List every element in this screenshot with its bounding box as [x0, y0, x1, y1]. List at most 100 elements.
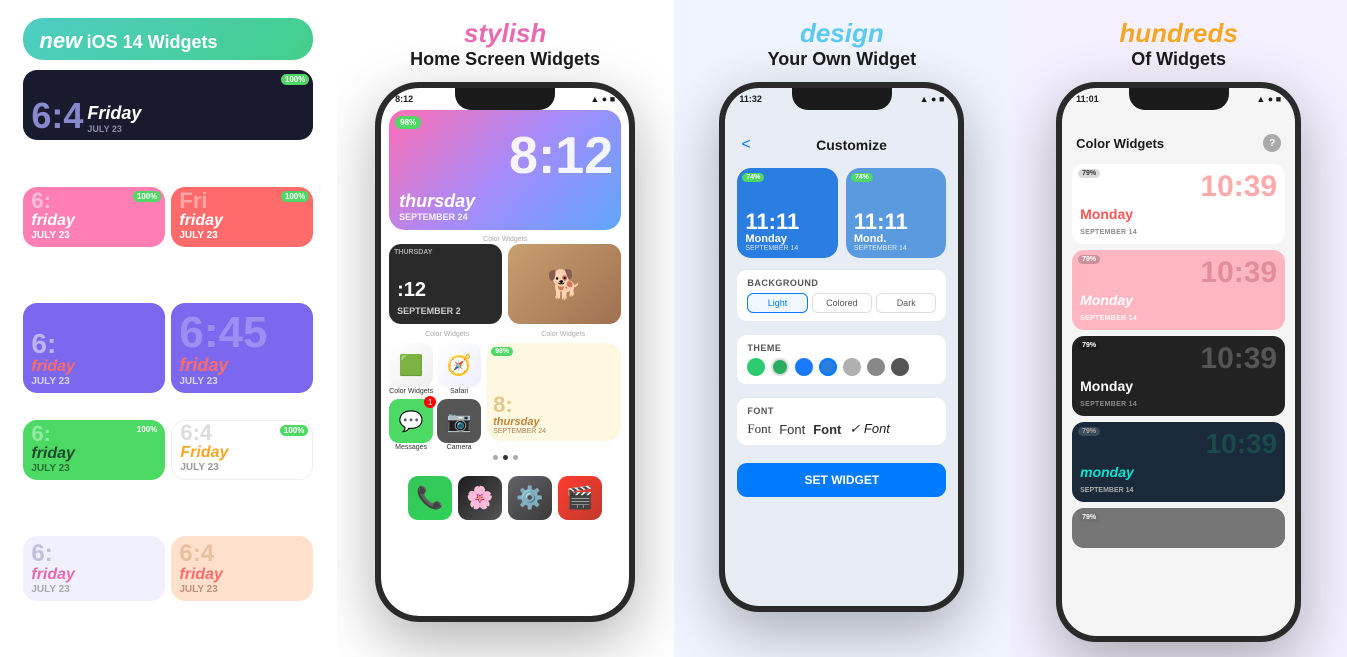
font-option-italic[interactable]: ✓ Font: [849, 421, 890, 437]
widget-green[interactable]: 100% 6: friday JULY 23: [23, 420, 165, 480]
preview-widget-right[interactable]: 74% 11:11 Mond. SEPTEMBER 14: [846, 168, 947, 258]
panel1-widget-grid: 100% 6:4 Friday JULY 23 100% 6: friday J…: [23, 70, 313, 647]
theme-dot-green1[interactable]: [747, 358, 765, 376]
dock-photos[interactable]: 🌸: [458, 476, 502, 520]
cw-date-3: SEPTEMBER 14: [1080, 401, 1137, 408]
home-screen: 98% thursday SEPTEMBER 24 8:12 Color Wid…: [381, 106, 629, 468]
preview-day-left: Monday: [745, 233, 830, 245]
cw-battery-5: 79%: [1078, 513, 1100, 522]
theme-dot-blue1[interactable]: [795, 358, 813, 376]
phone-mockup-4: 11:01 ▲ ● ■ Color Widgets ? 79% 10:39 Mo…: [1056, 82, 1301, 642]
widget-label-3: Color Widgets: [505, 331, 621, 338]
widget-time: 6:4: [31, 98, 83, 134]
cw-day-3: Monday: [1080, 378, 1133, 394]
panel4-main-title: Of Widgets: [1119, 49, 1237, 70]
panel4-header: hundreds Of Widgets: [1119, 18, 1237, 70]
status-time-3: 11:32: [739, 94, 762, 104]
widget-labels-row: Color Widgets Color Widgets: [389, 330, 621, 339]
widget-white[interactable]: 100% 6:4 Friday JULY 23: [171, 420, 313, 480]
theme-dot-blue2[interactable]: [819, 358, 837, 376]
widget-date: JULY 23: [179, 376, 305, 387]
widget-light[interactable]: 6: friday JULY 23: [23, 536, 165, 601]
panel1-stylized-title: new: [39, 28, 82, 53]
widget-time: 6:: [31, 542, 157, 566]
day-script: thursday: [399, 191, 475, 212]
dock-settings[interactable]: ⚙️: [508, 476, 552, 520]
cw-battery-4: 79%: [1078, 427, 1100, 436]
app-item-messages[interactable]: 💬 1 Messages: [389, 399, 433, 451]
back-arrow-icon[interactable]: <: [741, 136, 750, 154]
font-option-bold[interactable]: Font: [813, 422, 841, 437]
color-title: Color Widgets: [1076, 136, 1164, 151]
phone-dock: 📞 🌸 ⚙️ 🎬: [389, 468, 621, 528]
cw-widget-dark[interactable]: 79% 10:39 Monday SEPTEMBER 14: [1072, 336, 1285, 416]
panel-hundreds: hundreds Of Widgets 11:01 ▲ ● ■ Color Wi…: [1010, 0, 1347, 657]
panel2-stylized-title: stylish: [410, 18, 600, 49]
status-time-4: 11:01: [1076, 94, 1099, 104]
battery-badge-large: 98%: [395, 116, 421, 129]
widget-date: JULY 23: [31, 463, 157, 474]
widget-date: JULY 23: [31, 376, 157, 387]
widget-small-colorful[interactable]: 98% 8: thursday SEPTEMBER 24: [487, 343, 621, 441]
widget-day: friday: [179, 212, 305, 230]
cw-widget-extra[interactable]: 79%: [1072, 508, 1285, 548]
customize-body: 74% 11:11 Monday SEPTEMBER 14 74% 11:11 …: [725, 160, 958, 606]
app-label-camera: Camera: [447, 444, 472, 451]
widget-purple-large[interactable]: 6:45 friday JULY 23: [171, 303, 313, 393]
font-option-normal[interactable]: Font: [779, 422, 805, 437]
bg-btn-light[interactable]: Light: [747, 293, 807, 313]
app-icon-messages: 💬 1: [389, 399, 433, 443]
preview-time-left: 11:11: [745, 211, 830, 233]
battery-badge: 100%: [280, 425, 308, 436]
dock-phone[interactable]: 📞: [408, 476, 452, 520]
theme-dot-gray2[interactable]: [867, 358, 885, 376]
app-item-colorwidgets[interactable]: 🟩 Color Widgets: [389, 343, 433, 395]
preview-widget-left[interactable]: 74% 11:11 Monday SEPTEMBER 14: [737, 168, 838, 258]
app-label-safari: Safari: [450, 388, 468, 395]
widget-peach[interactable]: 6:4 friday JULY 23: [171, 536, 313, 601]
widget-coral[interactable]: 100% Fri friday JULY 23: [171, 187, 313, 247]
app-label-colorwidgets: Color Widgets: [389, 388, 433, 395]
theme-label: THEME: [747, 343, 936, 353]
widget-purple-small[interactable]: 6: friday JULY 23: [23, 303, 165, 393]
widget-top-label: THURSDAY: [394, 249, 432, 256]
widget-large-colorful[interactable]: 98% thursday SEPTEMBER 24 8:12: [389, 110, 621, 230]
cw-date-2: SEPTEMBER 14: [1080, 315, 1137, 322]
theme-dot-gray1[interactable]: [843, 358, 861, 376]
font-section: FONT Font Font Font ✓ Font: [737, 398, 946, 445]
app-item-camera[interactable]: 📷 Camera: [437, 399, 481, 451]
apps-and-widget-row: 🟩 Color Widgets 🧭 Safari 💬 1: [389, 343, 621, 451]
widget-medium-dark[interactable]: THURSDAY :12 SEPTEMBER 2: [389, 244, 502, 324]
widget-day: Friday: [87, 103, 141, 124]
theme-dot-dark[interactable]: [891, 358, 909, 376]
widget-black-large[interactable]: 100% 6:4 Friday JULY 23: [23, 70, 313, 140]
dock-video[interactable]: 🎬: [558, 476, 602, 520]
cw-battery-3: 79%: [1078, 341, 1100, 350]
phone-screen-2: 8:12 ▲ ● ■ 98% thursday SEPTEMBER 24 8:1…: [381, 88, 629, 616]
bg-btn-dark[interactable]: Dark: [876, 293, 936, 313]
cw-widget-white[interactable]: 79% 10:39 Monday SEPTEMBER 14: [1072, 164, 1285, 244]
app-item-safari[interactable]: 🧭 Safari: [437, 343, 481, 395]
theme-dot-green2[interactable]: [771, 358, 789, 376]
help-button[interactable]: ?: [1263, 134, 1281, 152]
battery-badge: 100%: [281, 191, 309, 202]
widget-date: JULY 23: [179, 230, 305, 241]
phone-notch-2: [455, 88, 555, 110]
font-option-serif[interactable]: Font: [747, 421, 771, 437]
widget-pink[interactable]: 100% 6: friday JULY 23: [23, 187, 165, 247]
customize-header: < Customize: [725, 106, 958, 160]
preview-widgets: 74% 11:11 Monday SEPTEMBER 14 74% 11:11 …: [737, 168, 946, 258]
cw-widget-teal[interactable]: 79% 10:39 monday SEPTEMBER 14: [1072, 422, 1285, 502]
bg-btn-colored[interactable]: Colored: [812, 293, 872, 313]
set-widget-button[interactable]: SET WIDGET: [737, 463, 946, 497]
widget-date: JULY 23: [179, 584, 305, 595]
widget-med-day: SEPTEMBER 2: [397, 306, 461, 316]
preview-battery-left: 74%: [742, 173, 764, 182]
cw-widget-pink[interactable]: 79% 10:39 Monday SEPTEMBER 14: [1072, 250, 1285, 330]
panel-design: design Your Own Widget 11:32 ▲ ● ■ < Cus…: [674, 0, 1011, 657]
panel3-header: design Your Own Widget: [768, 18, 917, 70]
widget-date: JULY 23: [180, 462, 304, 473]
widget-medium-photo[interactable]: 🐕: [508, 244, 621, 324]
widget-day: friday: [31, 212, 157, 230]
preview-time-right: 11:11: [854, 211, 939, 233]
